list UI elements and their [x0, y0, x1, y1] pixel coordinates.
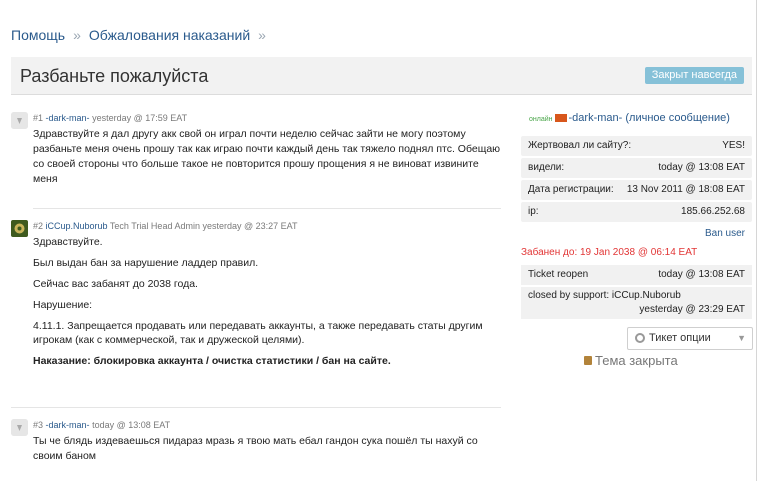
- post-divider: [33, 208, 501, 209]
- ban-user-link[interactable]: Ban user: [521, 224, 752, 243]
- post-meta: #2 iCCup.Nuborub Tech Trial Head Admin y…: [33, 221, 298, 231]
- post-paragraph: Был выдан бан за нарушение ладдер правил…: [33, 257, 259, 269]
- topic-title-bar: Разбаньте пожалуйста Закрыт навсегда: [11, 57, 752, 95]
- post-number[interactable]: #2: [33, 221, 43, 231]
- author-role: Tech Trial Head Admin: [109, 221, 200, 231]
- info-row-seen: видели: today @ 13:08 EAT: [521, 158, 752, 178]
- info-row-donated: Жертвовал ли сайту?: YES!: [521, 136, 752, 156]
- topic-closed-label: Тема закрыта: [595, 353, 678, 368]
- closed-by-time: yesterday @ 23:29 EAT: [639, 304, 745, 315]
- post-2: #2 iCCup.Nuborub Tech Trial Head Admin y…: [11, 220, 501, 380]
- page-frame: Помощь » Обжалования наказаний » Разбаньте …: [0, 0, 757, 481]
- post-paragraph: Нарушение:: [33, 299, 93, 311]
- ticket-options-select[interactable]: Тикет опции ▼: [627, 327, 753, 350]
- page-title: Разбаньте пожалуйста: [20, 66, 209, 86]
- breadcrumb-separator: »: [73, 27, 81, 43]
- post-body: Ты че блядь издеваешься пидараз мразь я …: [33, 434, 503, 471]
- post-meta: #3 -dark-man- today @ 13:08 EAT: [33, 420, 170, 430]
- flag-icon: [554, 114, 567, 123]
- ticket-options-label: Тикет опции: [649, 332, 711, 344]
- topic-closed-notice: Тема закрыта: [584, 353, 752, 368]
- user-sidebar: онлайн -dark-man- (личное сообщение) Жерт…: [521, 107, 753, 368]
- post-paragraph: Здравствуйте я дал другу акк свой он игр…: [33, 128, 501, 185]
- post-time: yesterday @ 23:27 EAT: [202, 221, 298, 231]
- info-label: ip:: [528, 206, 539, 217]
- info-row-registered: Дата регистрации: 13 Nov 2011 @ 18:08 EA…: [521, 180, 752, 200]
- breadcrumb-home-link[interactable]: Помощь: [11, 27, 65, 43]
- post-paragraph: Сейчас вас забанят до 2038 года.: [33, 278, 198, 290]
- status-badge: Закрыт навсегда: [644, 67, 744, 84]
- post-body: Здравствуйте я дал другу акк свой он игр…: [33, 127, 503, 194]
- post-1: #1 -dark-man- yesterday @ 17:59 EAT Здра…: [11, 112, 501, 185]
- closed-by-row: closed by support: iCCup.Nuborub yesterd…: [521, 287, 752, 319]
- info-label: видели:: [528, 162, 565, 173]
- info-value: today @ 13:08 EAT: [658, 269, 745, 280]
- info-label: Ticket reopen: [528, 269, 589, 280]
- sidebar-user: онлайн -dark-man- (личное сообщение): [529, 112, 752, 124]
- avatar[interactable]: [11, 112, 28, 129]
- info-value: 13 Nov 2011 @ 18:08 EAT: [626, 184, 745, 195]
- post-meta: #1 -dark-man- yesterday @ 17:59 EAT: [33, 113, 187, 123]
- banned-until-text: Забанен до: 19 Jan 2038 @ 06:14 EAT: [521, 247, 698, 258]
- post-paragraph: Здравствуйте.: [33, 236, 103, 248]
- sidebar-user-link[interactable]: -dark-man-: [569, 112, 623, 124]
- post-author-link[interactable]: -dark-man-: [46, 113, 90, 123]
- online-status: онлайн: [529, 116, 553, 123]
- info-label: Жертвовал ли сайту?:: [528, 140, 632, 151]
- post-divider: [11, 407, 501, 408]
- gear-icon: [635, 333, 645, 344]
- post-number[interactable]: #1: [33, 113, 43, 123]
- breadcrumb: Помощь » Обжалования наказаний »: [11, 27, 274, 43]
- post-author-link[interactable]: iCCup.Nuborub: [46, 221, 108, 231]
- post-paragraph: Наказание: блокировка аккаунта / очистка…: [33, 355, 391, 367]
- ticket-reopen-row: Ticket reopen today @ 13:08 EAT: [521, 265, 752, 285]
- info-value: today @ 13:08 EAT: [658, 162, 745, 173]
- post-3: #3 -dark-man- today @ 13:08 EAT Ты че бл…: [11, 419, 501, 469]
- breadcrumb-section-link[interactable]: Обжалования наказаний: [89, 27, 250, 43]
- post-number[interactable]: #3: [33, 420, 43, 430]
- closed-by-label: closed by support: iCCup.Nuborub: [528, 290, 681, 301]
- info-value: 185.66.252.68: [681, 206, 745, 217]
- info-label: Дата регистрации:: [528, 184, 614, 195]
- post-body: Здравствуйте. Был выдан бан за нарушение…: [33, 235, 503, 375]
- post-time: yesterday @ 17:59 EAT: [92, 113, 188, 123]
- chevron-down-icon: ▼: [737, 333, 746, 343]
- info-row-ip: ip: 185.66.252.68: [521, 202, 752, 222]
- avatar[interactable]: [11, 419, 28, 436]
- post-paragraph: Ты че блядь издеваешься пидараз мразь я …: [33, 435, 478, 462]
- avatar[interactable]: [11, 220, 28, 237]
- info-value: YES!: [722, 140, 745, 151]
- post-time: today @ 13:08 EAT: [92, 420, 171, 430]
- post-paragraph: 4.11.1. Запрещается продавать или переда…: [33, 320, 483, 346]
- breadcrumb-separator: »: [258, 27, 266, 43]
- lock-icon: [584, 356, 592, 365]
- post-author-link[interactable]: -dark-man-: [46, 420, 90, 430]
- private-message-link[interactable]: (личное сообщение): [625, 112, 730, 124]
